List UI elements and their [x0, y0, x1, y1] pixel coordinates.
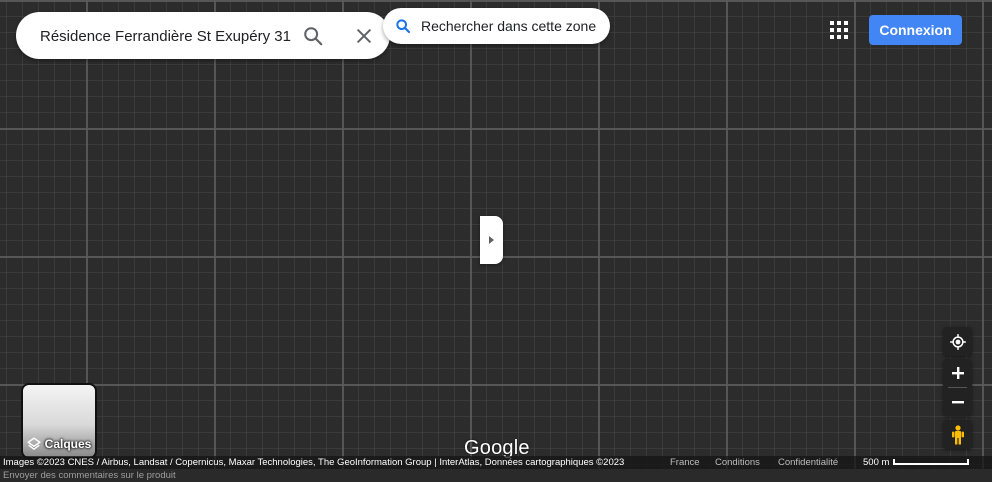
- search-this-area-button[interactable]: Rechercher dans cette zone: [383, 8, 610, 44]
- search-box: [16, 12, 390, 59]
- layers-icon: [27, 437, 41, 450]
- search-icon: [304, 27, 323, 46]
- zoom-in-button[interactable]: [943, 359, 972, 387]
- search-input[interactable]: [40, 22, 292, 50]
- chevron-right-icon: [488, 236, 494, 244]
- feedback-link[interactable]: Envoyer des commentaires sur le produit: [3, 470, 176, 481]
- attribution-text: Images ©2023 CNES / Airbus, Landsat / Co…: [3, 457, 625, 468]
- plus-icon: [951, 367, 964, 379]
- minus-icon: [951, 401, 964, 404]
- scale-bar[interactable]: [893, 459, 969, 465]
- footer-link-terms[interactable]: Conditions: [715, 457, 760, 468]
- side-panel-toggle[interactable]: [480, 216, 503, 264]
- layers-label: Calques: [44, 437, 92, 451]
- layers-button[interactable]: Calques: [21, 383, 97, 459]
- footer-link-privacy[interactable]: Confidentialité: [778, 457, 838, 468]
- zoom-out-button[interactable]: [943, 388, 972, 416]
- search-icon: [396, 19, 411, 34]
- search-button[interactable]: [297, 20, 329, 52]
- search-this-area-label: Rechercher dans cette zone: [421, 18, 597, 34]
- my-location-icon: [949, 333, 966, 350]
- footer-link-country[interactable]: France: [670, 457, 700, 468]
- my-location-button[interactable]: [943, 327, 972, 356]
- scale-label[interactable]: 500 m: [863, 457, 889, 468]
- signin-button[interactable]: Connexion: [869, 15, 962, 45]
- pegman-icon: [951, 424, 964, 444]
- apps-grid-icon: [830, 21, 848, 39]
- street-view-button[interactable]: [943, 420, 972, 449]
- apps-button[interactable]: [828, 19, 850, 41]
- zoom-controls: [943, 359, 972, 416]
- layers-label-wrap: Calques: [23, 435, 95, 453]
- clear-search-button[interactable]: [348, 20, 380, 52]
- close-icon: [357, 29, 371, 43]
